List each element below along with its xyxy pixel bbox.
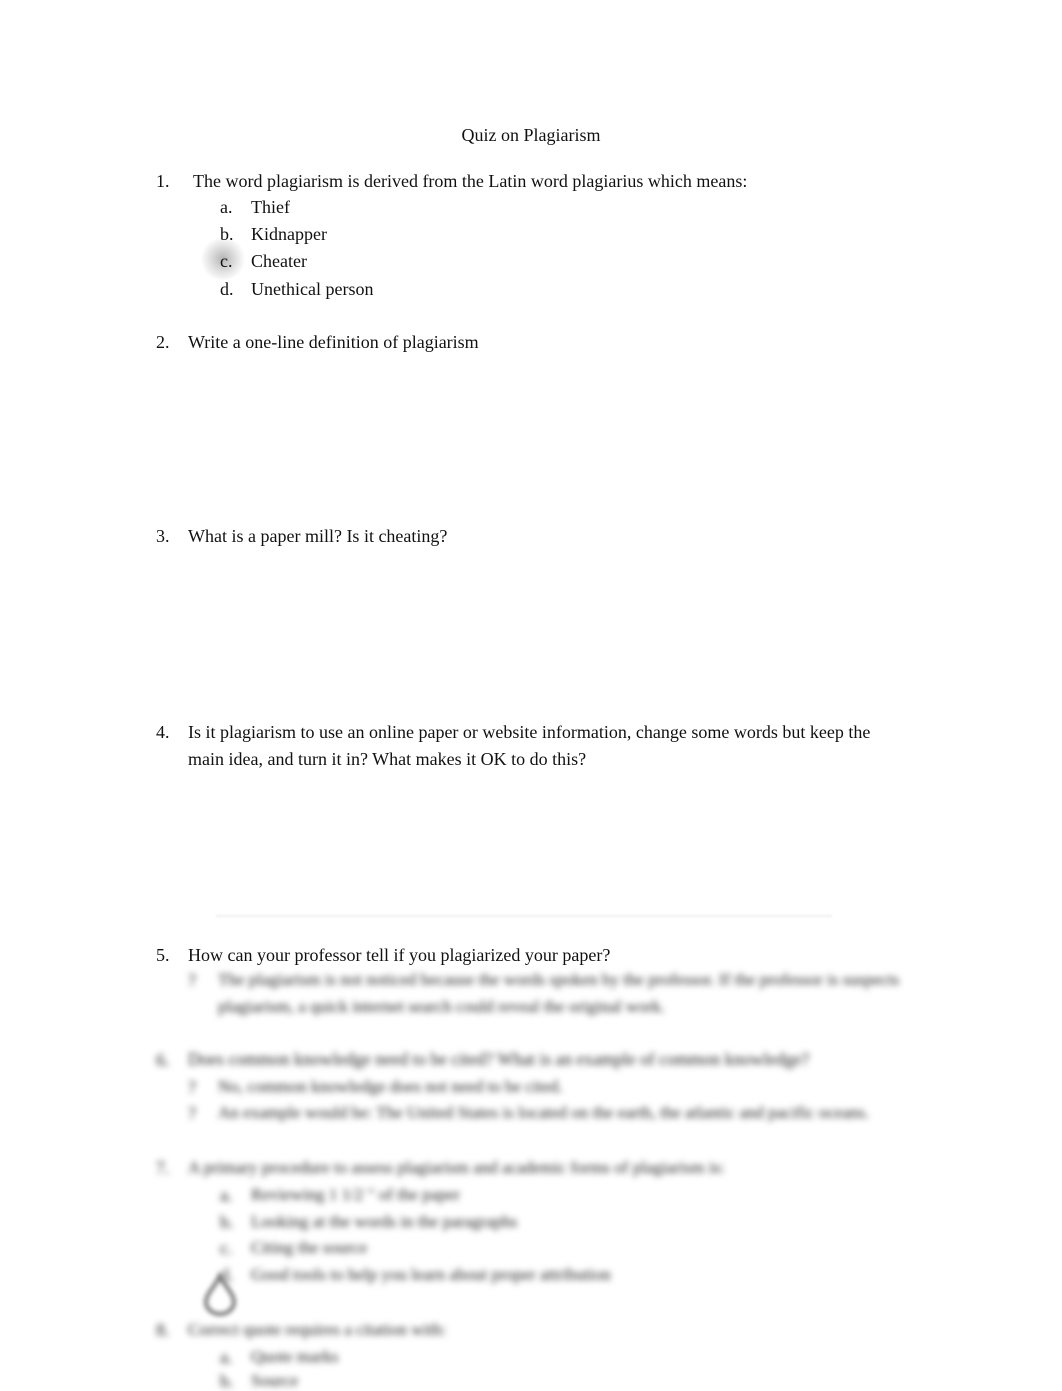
question-3-text: What is a paper mill? Is it cheating? xyxy=(188,526,448,546)
question-5-text: How can your professor tell if you plagi… xyxy=(188,945,611,965)
question-2-number: 2. xyxy=(156,332,170,352)
question-1-number: 1. xyxy=(156,171,170,191)
q8-option-b-letter: b. xyxy=(220,1371,234,1391)
q5-answer-bullet: ? xyxy=(188,970,196,990)
q6-bullet-2: An example would be: The United States i… xyxy=(218,1103,870,1122)
question-8-text: Correct quote requires a citation with: xyxy=(188,1320,447,1339)
q5-answer-line-2: plagiarism, a quick internet search coul… xyxy=(218,997,666,1016)
q8-option-a-text: Quote marks xyxy=(251,1347,339,1366)
option-c-letter: c. xyxy=(220,251,233,271)
q7-option-b-text: Looking at the words in the paragraphs xyxy=(251,1212,518,1231)
q7-option-d-text: Good tools to help you learn about prope… xyxy=(251,1265,611,1284)
option-a-letter: a. xyxy=(220,197,233,217)
question-6-text: Does common knowledge need to be cited? … xyxy=(188,1049,810,1069)
q7-option-b-letter: b. xyxy=(220,1212,234,1232)
question-7-number: 7. xyxy=(156,1158,170,1178)
option-c-text: Cheater xyxy=(251,251,307,271)
question-8-number: 8. xyxy=(156,1320,170,1340)
q7-option-c-letter: c. xyxy=(220,1238,233,1258)
q7-option-c-text: Citing the source xyxy=(251,1238,368,1257)
q8-option-b-text: Source xyxy=(251,1371,299,1390)
q7-option-a-letter: a. xyxy=(220,1185,233,1205)
q6-bullet-1: No, common knowledge does not need to be… xyxy=(218,1077,563,1096)
page-divider xyxy=(216,915,832,917)
question-7-text: A primary procedure to assess plagiarism… xyxy=(188,1158,725,1177)
q8-option-a-letter: a. xyxy=(220,1347,233,1367)
option-b-text: Kidnapper xyxy=(251,224,327,244)
question-6-number: 6. xyxy=(156,1050,170,1070)
cursor-drop-icon xyxy=(203,1272,237,1316)
question-1-text: The word plagiarism is derived from the … xyxy=(193,171,748,191)
option-d-text: Unethical person xyxy=(251,279,374,299)
option-a-text: Thief xyxy=(251,197,290,217)
q6-bullet-2-marker: ? xyxy=(188,1103,196,1123)
q6-bullet-1-marker: ? xyxy=(188,1077,196,1097)
option-b-letter: b. xyxy=(220,224,234,244)
question-5-number: 5. xyxy=(156,945,170,965)
question-4-text-line-2: main idea, and turn it in? What makes it… xyxy=(188,749,587,769)
question-4-text-line-1: Is it plagiarism to use an online paper … xyxy=(188,722,871,742)
question-2-text: Write a one-line definition of plagiaris… xyxy=(188,332,479,352)
q5-answer-line-1: The plagiarism is not noticed because th… xyxy=(218,970,900,989)
option-d-letter: d. xyxy=(220,279,234,299)
question-4-number: 4. xyxy=(156,722,170,742)
q7-option-a-text: Reviewing 1 1/2 " of the paper xyxy=(251,1185,460,1204)
document-title: Quiz on Plagiarism xyxy=(461,125,601,145)
question-3-number: 3. xyxy=(156,526,170,546)
